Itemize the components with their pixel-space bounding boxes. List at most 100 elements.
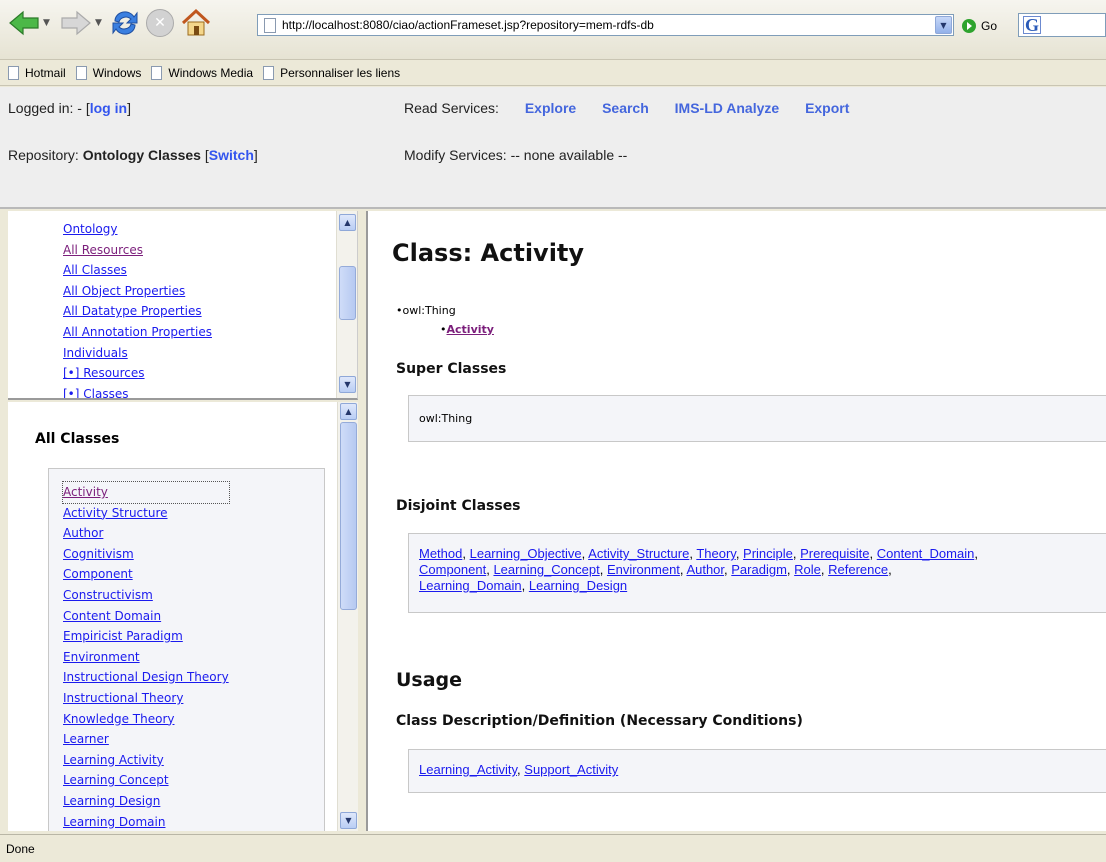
- page-icon: [264, 17, 276, 33]
- class-ref-link[interactable]: Support_Activity: [524, 762, 618, 777]
- go-icon: [962, 19, 976, 33]
- reload-icon: [112, 11, 138, 35]
- class-link[interactable]: Knowledge Theory: [63, 709, 229, 730]
- link-personnaliser[interactable]: Personnaliser les liens: [263, 65, 401, 80]
- class-link[interactable]: Environment: [63, 647, 229, 668]
- login-link[interactable]: log in: [90, 100, 127, 116]
- class-ref-link[interactable]: Activity_Structure: [588, 546, 689, 561]
- class-ref-link[interactable]: Learning_Domain: [419, 578, 522, 593]
- switch-link[interactable]: Switch: [209, 147, 254, 163]
- class-link[interactable]: Content Domain: [63, 606, 229, 627]
- back-arrow-icon: [9, 10, 39, 36]
- scroll-down-icon[interactable]: ▼: [339, 376, 356, 393]
- class-ref-link[interactable]: Learning_Objective: [470, 546, 582, 561]
- links-bar: Hotmail Windows Windows Media Personnali…: [0, 60, 1106, 86]
- nav-link-resources-tree[interactable]: [•] Resources: [63, 363, 212, 384]
- export-link[interactable]: Export: [805, 100, 849, 116]
- explore-link[interactable]: Explore: [525, 100, 576, 116]
- nav-links: Ontology All Resources All Classes All O…: [63, 219, 212, 398]
- google-icon[interactable]: G: [1023, 16, 1041, 34]
- nav-link-all-annotation-properties[interactable]: All Annotation Properties: [63, 322, 212, 343]
- link-windows-media[interactable]: Windows Media: [151, 65, 253, 80]
- class-ref-link[interactable]: Content_Domain: [877, 546, 975, 561]
- scroll-thumb[interactable]: [339, 266, 356, 320]
- status-text: Done: [6, 842, 35, 856]
- page-title: Class: Activity: [392, 239, 585, 267]
- class-link[interactable]: Learning Design: [63, 791, 229, 812]
- disjoint-classes-box: Method, Learning_Objective, Activity_Str…: [408, 533, 1106, 613]
- scroll-thumb[interactable]: [340, 422, 357, 610]
- class-ref-link[interactable]: Learning_Activity: [419, 762, 517, 777]
- forward-dropdown-icon[interactable]: ▼: [95, 18, 102, 28]
- search-link[interactable]: Search: [602, 100, 649, 116]
- hierarchy-child[interactable]: •Activity: [396, 320, 494, 339]
- class-link[interactable]: Instructional Theory: [63, 688, 229, 709]
- class-list-scrollbar[interactable]: ▲ ▼: [337, 402, 358, 831]
- class-ref-link[interactable]: Theory: [696, 546, 736, 561]
- class-link[interactable]: Instructional Design Theory: [63, 667, 229, 688]
- class-ref-link[interactable]: Environment: [607, 562, 680, 577]
- go-button[interactable]: Go: [962, 16, 997, 36]
- class-ref-link[interactable]: Author: [686, 562, 724, 577]
- ims-ld-analyze-link[interactable]: IMS-LD Analyze: [675, 100, 780, 116]
- link-label: Windows: [92, 65, 142, 80]
- class-link[interactable]: Cognitivism: [63, 544, 229, 565]
- link-label: Personnaliser les liens: [280, 65, 401, 80]
- address-bar[interactable]: http://localhost:8080/ciao/actionFramese…: [257, 14, 954, 36]
- google-search-box[interactable]: G: [1018, 13, 1106, 37]
- class-link[interactable]: Constructivism: [63, 585, 229, 606]
- class-link-activity[interactable]: Activity: [62, 481, 230, 504]
- super-class-value: owl:Thing: [419, 412, 473, 425]
- home-icon: [181, 8, 211, 36]
- nav-link-individuals[interactable]: Individuals: [63, 343, 212, 364]
- class-link[interactable]: Author: [63, 523, 229, 544]
- class-link[interactable]: Activity Structure: [63, 503, 229, 524]
- disjoint-line: Learning_Domain, Learning_Design: [419, 578, 628, 593]
- class-link[interactable]: Learner: [63, 729, 229, 750]
- class-ref-link[interactable]: Principle: [743, 546, 793, 561]
- read-services: Read Services: Explore Search IMS-LD Ana…: [404, 100, 849, 116]
- nav-link-all-object-properties[interactable]: All Object Properties: [63, 281, 212, 302]
- class-ref-link[interactable]: Paradigm: [731, 562, 787, 577]
- page-icon: [263, 65, 275, 80]
- class-link[interactable]: Component: [63, 564, 229, 585]
- nav-link-all-classes[interactable]: All Classes: [63, 260, 212, 281]
- main-content-frame: Class: Activity •owl:Thing •Activity Sup…: [366, 211, 1106, 831]
- class-link[interactable]: Learning Domain: [63, 812, 229, 832]
- back-dropdown-icon[interactable]: ▼: [43, 18, 50, 28]
- back-button[interactable]: ▼: [8, 8, 50, 38]
- class-ref-link[interactable]: Learning_Concept: [493, 562, 599, 577]
- scroll-up-icon[interactable]: ▲: [340, 403, 357, 420]
- class-ref-link[interactable]: Prerequisite: [800, 546, 869, 561]
- class-ref-link[interactable]: Learning_Design: [529, 578, 627, 593]
- nav-link-ontology[interactable]: Ontology: [63, 219, 212, 240]
- stop-button[interactable]: ✕: [146, 8, 174, 38]
- class-ref-link[interactable]: Method: [419, 546, 462, 561]
- logged-in-status: Logged in: - [log in]: [8, 100, 131, 116]
- home-button[interactable]: [180, 8, 212, 38]
- reload-button[interactable]: [110, 8, 140, 38]
- nav-link-classes-tree[interactable]: [•] Classes: [63, 384, 212, 398]
- class-link[interactable]: Empiricist Paradigm: [63, 626, 229, 647]
- forward-button[interactable]: ▼: [60, 8, 102, 38]
- nav-link-all-resources[interactable]: All Resources: [63, 240, 212, 261]
- nav-scrollbar[interactable]: ▲ ▼: [336, 211, 357, 398]
- read-services-label: Read Services:: [404, 100, 499, 116]
- class-ref-link[interactable]: Reference: [828, 562, 888, 577]
- class-link[interactable]: Learning Concept: [63, 770, 229, 791]
- address-input[interactable]: http://localhost:8080/ciao/actionFramese…: [282, 18, 935, 32]
- class-ref-link[interactable]: Role: [794, 562, 821, 577]
- scroll-down-icon[interactable]: ▼: [340, 812, 357, 829]
- modify-services-value: -- none available --: [506, 147, 628, 163]
- class-link[interactable]: Learning Activity: [63, 750, 229, 771]
- definition-box: Learning_Activity, Support_Activity: [408, 749, 1106, 793]
- link-windows[interactable]: Windows: [75, 65, 142, 80]
- class-ref-link[interactable]: Component: [419, 562, 486, 577]
- repository-status: Repository: Ontology Classes [Switch]: [8, 147, 258, 163]
- nav-link-all-datatype-properties[interactable]: All Datatype Properties: [63, 301, 212, 322]
- scroll-up-icon[interactable]: ▲: [339, 214, 356, 231]
- hierarchy-child-label[interactable]: Activity: [447, 323, 494, 336]
- link-hotmail[interactable]: Hotmail: [8, 65, 66, 80]
- hierarchy-root-label: owl:Thing: [402, 304, 456, 317]
- address-dropdown-icon[interactable]: ▼: [935, 16, 952, 34]
